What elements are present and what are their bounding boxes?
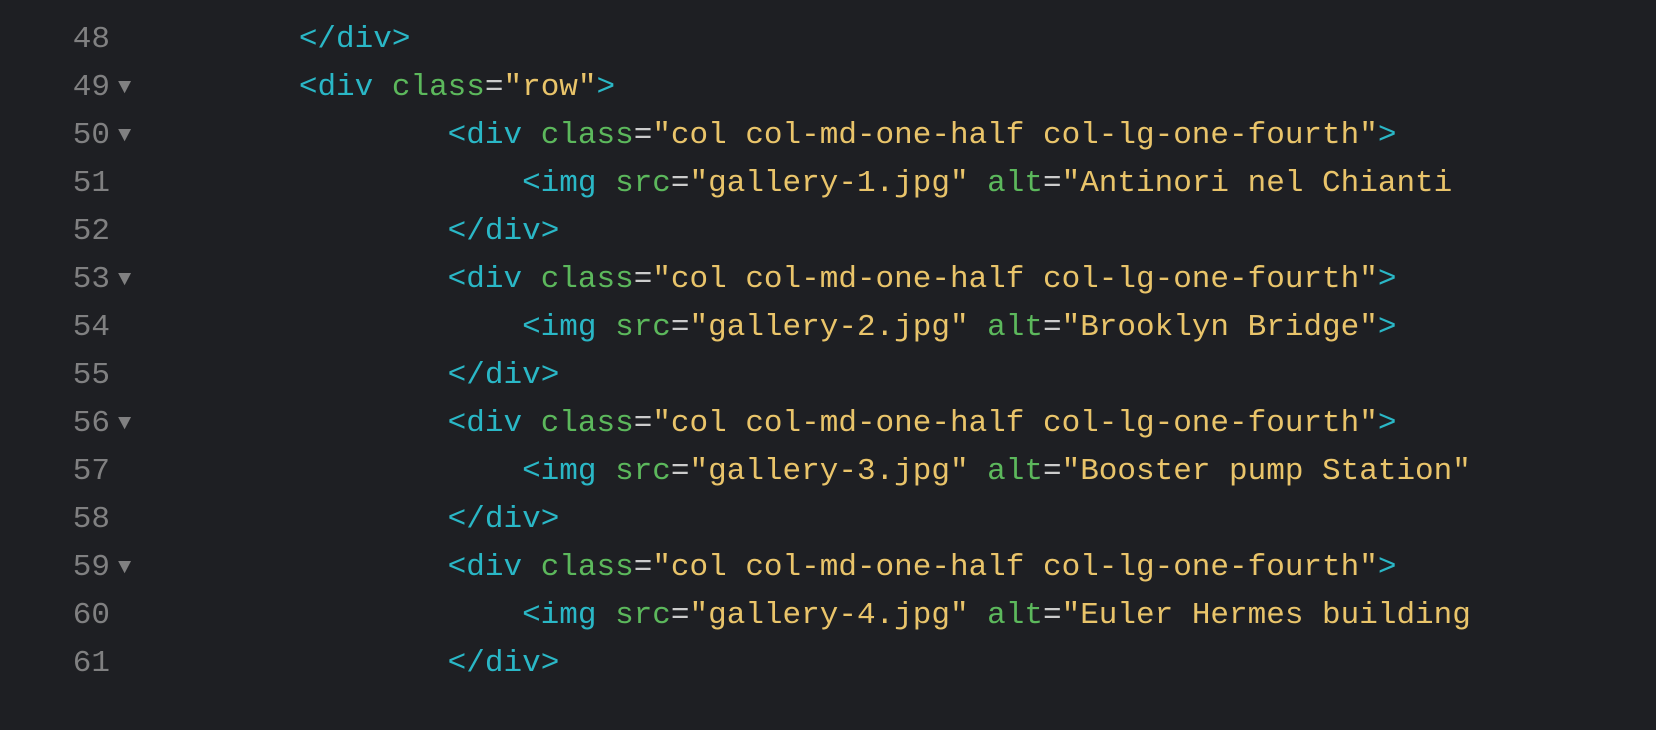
code-content[interactable]: <img src="gallery-1.jpg" alt="Antinori n…	[150, 160, 1452, 208]
code-content[interactable]: </div>	[150, 352, 559, 400]
fold-toggle-icon[interactable]: ▼	[118, 544, 138, 592]
line-number[interactable]: 54	[0, 304, 110, 352]
code-content[interactable]: <div class="row">	[150, 64, 615, 112]
code-line[interactable]: 50▼ <div class="col col-md-one-half col-…	[0, 112, 1656, 160]
code-line[interactable]: 47 </div>	[0, 0, 1656, 16]
fold-toggle-icon[interactable]: ▼	[118, 112, 138, 160]
fold-toggle-icon[interactable]: ▼	[118, 256, 138, 304]
code-line[interactable]: 57 <img src="gallery-3.jpg" alt="Booster…	[0, 448, 1656, 496]
line-number[interactable]: 47	[0, 0, 110, 16]
line-number[interactable]: 59	[0, 544, 110, 592]
line-number[interactable]: 55	[0, 352, 110, 400]
code-content[interactable]: <div class="col col-md-one-half col-lg-o…	[150, 112, 1396, 160]
line-number[interactable]: 52	[0, 208, 110, 256]
line-number[interactable]: 61	[0, 640, 110, 688]
code-line[interactable]: 54 <img src="gallery-2.jpg" alt="Brookly…	[0, 304, 1656, 352]
code-content[interactable]: <div class="col col-md-one-half col-lg-o…	[150, 400, 1396, 448]
code-content[interactable]: </div>	[150, 496, 559, 544]
line-number[interactable]: 60	[0, 592, 110, 640]
code-line[interactable]: 48 </div>	[0, 16, 1656, 64]
code-line[interactable]: 53▼ <div class="col col-md-one-half col-…	[0, 256, 1656, 304]
code-content[interactable]: <img src="gallery-2.jpg" alt="Brooklyn B…	[150, 304, 1396, 352]
line-number[interactable]: 49	[0, 64, 110, 112]
line-number[interactable]: 50	[0, 112, 110, 160]
code-content[interactable]: </div>	[150, 640, 559, 688]
code-line[interactable]: 58 </div>	[0, 496, 1656, 544]
code-editor[interactable]: 47 </div>48 </div>49▼ <div class="row">5…	[0, 0, 1656, 698]
line-number[interactable]: 57	[0, 448, 110, 496]
line-number[interactable]: 56	[0, 400, 110, 448]
code-line[interactable]: 55 </div>	[0, 352, 1656, 400]
fold-toggle-icon[interactable]: ▼	[118, 400, 138, 448]
code-content[interactable]: </div>	[150, 16, 410, 64]
line-number[interactable]: 53	[0, 256, 110, 304]
code-line[interactable]: 51 <img src="gallery-1.jpg" alt="Antinor…	[0, 160, 1656, 208]
line-number[interactable]: 48	[0, 16, 110, 64]
line-number[interactable]: 58	[0, 496, 110, 544]
code-content[interactable]: <div class="col col-md-one-half col-lg-o…	[150, 256, 1396, 304]
code-content[interactable]: </div>	[150, 208, 559, 256]
code-line[interactable]: 56▼ <div class="col col-md-one-half col-…	[0, 400, 1656, 448]
code-line[interactable]: 52 </div>	[0, 208, 1656, 256]
code-content[interactable]: <img src="gallery-4.jpg" alt="Euler Herm…	[150, 592, 1471, 640]
code-content[interactable]: <div class="col col-md-one-half col-lg-o…	[150, 544, 1396, 592]
fold-toggle-icon[interactable]: ▼	[118, 64, 138, 112]
line-number[interactable]: 51	[0, 160, 110, 208]
code-line[interactable]: 59▼ <div class="col col-md-one-half col-…	[0, 544, 1656, 592]
code-content[interactable]: <img src="gallery-3.jpg" alt="Booster pu…	[150, 448, 1471, 496]
code-line[interactable]: 61 </div>	[0, 640, 1656, 688]
code-line[interactable]: 49▼ <div class="row">	[0, 64, 1656, 112]
code-content[interactable]: </div>	[150, 0, 559, 16]
code-line[interactable]: 60 <img src="gallery-4.jpg" alt="Euler H…	[0, 592, 1656, 640]
